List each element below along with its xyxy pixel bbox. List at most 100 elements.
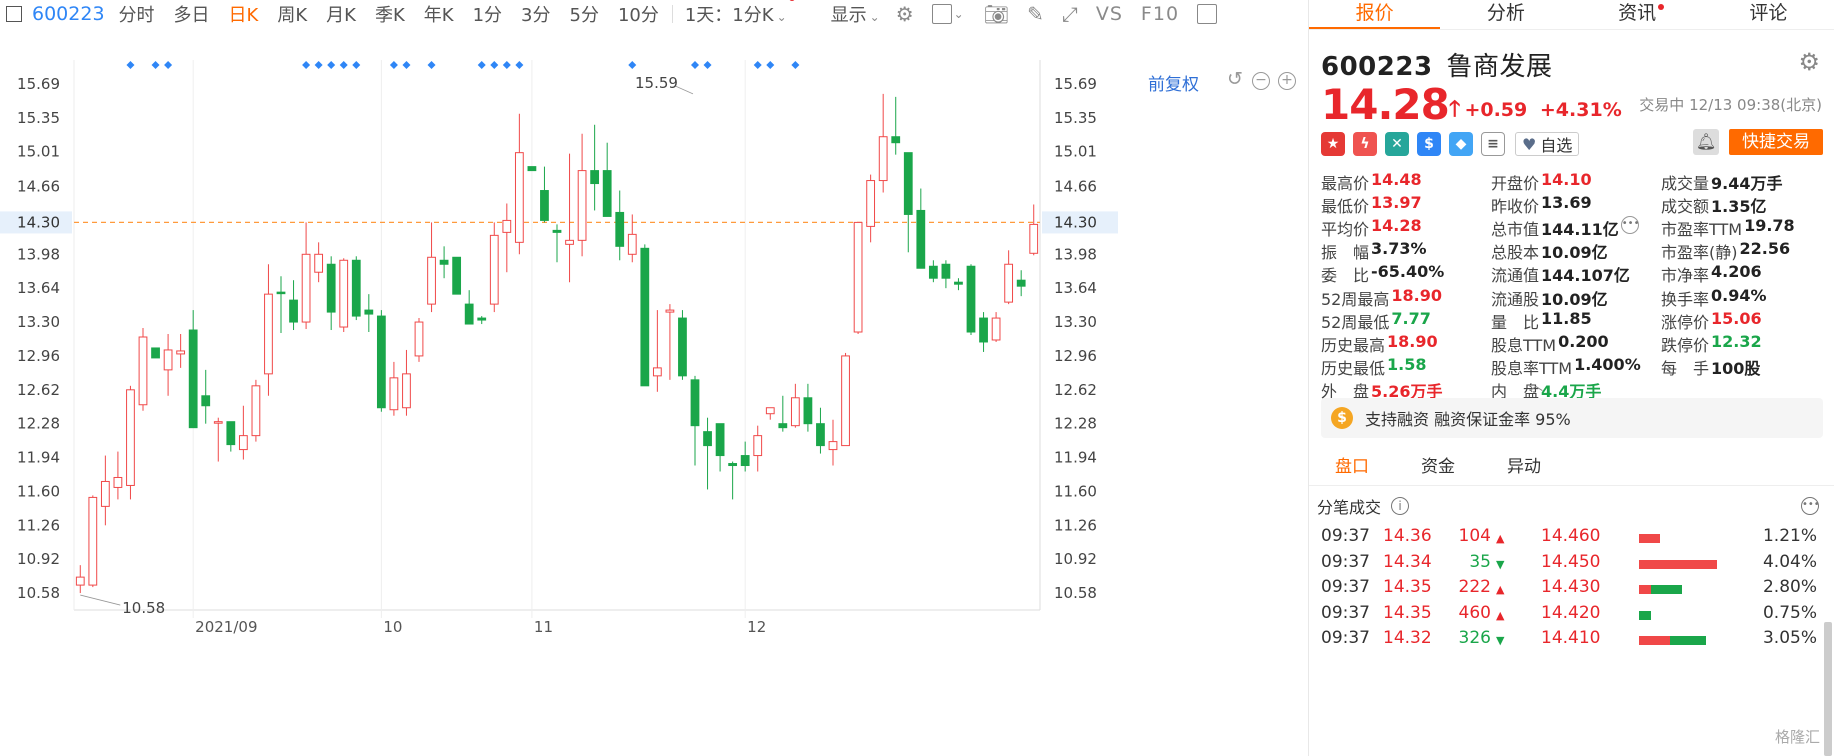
stat-cell: 流通股 10.09亿: [1491, 286, 1661, 310]
camera-icon[interactable]: 📷︎: [984, 2, 1009, 26]
candle-body: [452, 256, 462, 295]
add-watchlist-button[interactable]: ♥ 自选: [1515, 132, 1580, 156]
info-icon[interactable]: i: [1391, 497, 1410, 515]
tab-alerts[interactable]: 异动: [1481, 450, 1567, 485]
tab-comments[interactable]: 评论: [1703, 0, 1834, 29]
window-toggle-icon[interactable]: [6, 6, 22, 22]
chevron-up-icon[interactable]: ︿: [1529, 375, 1543, 395]
period-tab[interactable]: 日K: [229, 1, 259, 27]
stat-value: 0.200: [1558, 331, 1609, 351]
price-change: 🡑 +0.59 +4.31%: [1449, 92, 1622, 130]
tick-volume: 326: [1458, 628, 1491, 649]
period-tab[interactable]: 年K: [424, 1, 454, 27]
stat-label: 跌停价: [1661, 335, 1710, 355]
stat-cell: 股息率TTM 1.400%: [1491, 355, 1661, 379]
candle-body: [878, 136, 888, 182]
x-tick-label: 11: [534, 618, 553, 636]
candle-body: [314, 253, 324, 273]
stat-label: 最高价: [1321, 173, 1370, 193]
period-tab[interactable]: 分时: [119, 1, 155, 27]
adjust-mode-button[interactable]: 前复权: [1148, 70, 1199, 95]
margin-lightning-icon[interactable]: ϟ: [1353, 132, 1377, 156]
candle-body: [364, 309, 374, 315]
connect-cross-icon[interactable]: ✕: [1385, 132, 1409, 156]
tick-volume: 222: [1458, 577, 1491, 598]
compare-vs-button[interactable]: VS: [1096, 3, 1123, 25]
dollar-icon[interactable]: $: [1417, 132, 1441, 156]
tab-news[interactable]: 资讯: [1572, 0, 1703, 29]
f10-button[interactable]: F10: [1141, 3, 1179, 25]
more-icon[interactable]: •••: [1620, 215, 1639, 234]
y-tick-label-right: 15.01: [1054, 143, 1097, 161]
candle-body: [113, 476, 123, 488]
side-panel-icon[interactable]: [1197, 4, 1218, 24]
overlay-box-icon[interactable]: [931, 4, 952, 24]
stat-cell: 流通值 144.107亿: [1491, 262, 1661, 286]
tab-quote[interactable]: 报价: [1309, 0, 1441, 29]
level-volume-bar: [1639, 559, 1717, 569]
watchlist-label: 自选: [1540, 136, 1573, 155]
tab-fund-flow[interactable]: 资金: [1395, 450, 1481, 485]
period-tab[interactable]: 月K: [326, 1, 356, 27]
period-tab[interactable]: 周K: [277, 1, 307, 27]
gear-icon[interactable]: ⚙: [1798, 48, 1820, 76]
bell-icon[interactable]: 🔔︎: [1693, 129, 1719, 155]
ticks-title: 分笔成交: [1317, 498, 1382, 517]
candle-body: [640, 247, 650, 387]
period-tab[interactable]: 10分: [618, 1, 659, 27]
bar-green-part: [1670, 636, 1706, 646]
scrollbar[interactable]: [1824, 622, 1832, 756]
y-tick-label-left: 15.69: [17, 75, 60, 93]
candle-body: [690, 379, 700, 427]
kline-chart[interactable]: 2021/09 10 11 12 15.69 15.69 15.35 15.35 15.01 15…: [0, 30, 1308, 756]
pencil-icon[interactable]: ✎: [1027, 2, 1044, 26]
china-flag-icon[interactable]: ★: [1321, 132, 1345, 156]
candle-body: [790, 397, 800, 427]
event-marker-icon: [164, 61, 173, 69]
display-dropdown[interactable]: 显示 ⌄: [831, 1, 880, 27]
period-dropdown[interactable]: 1天：1分K ⌄: [685, 0, 795, 27]
candle-body: [828, 441, 838, 451]
candle-body: [652, 367, 662, 377]
notes-icon[interactable]: ≡: [1481, 132, 1505, 156]
period-tab[interactable]: 5分: [570, 1, 599, 27]
period-tab[interactable]: 3分: [521, 1, 550, 27]
bar-red-part: [1639, 636, 1670, 646]
gear-icon[interactable]: ⚙: [896, 2, 914, 26]
y-tick-label-left: 11.26: [17, 516, 60, 534]
tab-label: 评论: [1749, 2, 1788, 24]
more-icon[interactable]: •••: [1801, 497, 1820, 515]
reset-icon[interactable]: ↺: [1226, 70, 1244, 90]
tab-analysis[interactable]: 分析: [1440, 0, 1571, 29]
margin-info-banner[interactable]: $ 支持融资 融资保证金率 95%: [1321, 398, 1823, 438]
period-tab[interactable]: 季K: [375, 1, 405, 27]
candle-body: [351, 259, 361, 317]
stock-title: 600223 鲁商发展: [1321, 46, 1553, 83]
level-percent: 2.80%: [1762, 577, 1817, 598]
change-percent: +4.31%: [1539, 99, 1622, 121]
quick-trade-button[interactable]: 快捷交易: [1729, 129, 1823, 155]
tag-icon[interactable]: ◆: [1449, 132, 1473, 156]
event-marker-icon: [151, 61, 160, 69]
zoom-out-icon[interactable]: −: [1252, 72, 1270, 90]
candle-body: [615, 211, 625, 247]
candle-body: [765, 407, 775, 415]
y-tick-label-right: 12.28: [1054, 415, 1097, 433]
stats-row: 52周最低 7.77 量 比 11.85 涨停价 15.06: [1321, 309, 1831, 332]
period-tab[interactable]: 多日: [174, 1, 210, 27]
stat-cell: 历史最低 1.58: [1321, 355, 1491, 379]
zoom-in-icon[interactable]: +: [1278, 72, 1296, 90]
candle-body: [602, 170, 612, 217]
tab-orderbook[interactable]: 盘口: [1309, 450, 1395, 485]
notification-dot: [788, 0, 795, 1]
margin-info-text: 支持融资 融资保证金率 95%: [1365, 410, 1571, 429]
event-marker-icon: [791, 61, 800, 69]
candle-body: [126, 389, 135, 486]
chevron-down-icon[interactable]: ⌄: [954, 7, 964, 21]
stat-label: 52周最低: [1321, 312, 1390, 332]
period-tab[interactable]: 1分: [473, 1, 502, 27]
stat-cell: 市净率 4.206: [1661, 262, 1811, 286]
quote-panel: 报价 分析 资讯 评论 600223 鲁商发展 ⚙ 14.28 🡑 +0.59 +4…: [1308, 0, 1834, 756]
heart-icon: ♥: [1522, 134, 1537, 154]
fullscreen-icon[interactable]: ⤢: [1062, 2, 1078, 26]
